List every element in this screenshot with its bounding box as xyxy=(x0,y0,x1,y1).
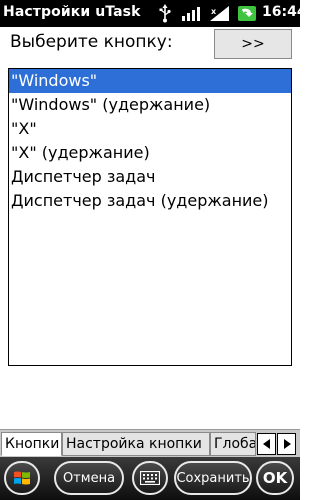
status-title: Настройки uTask xyxy=(3,4,141,20)
list-item[interactable]: "X" (удержание) xyxy=(9,141,291,165)
keyboard-icon xyxy=(140,471,160,485)
tab-scroll-left-button[interactable] xyxy=(257,433,276,455)
ok-button[interactable]: OK xyxy=(256,461,294,495)
battery-charging-icon xyxy=(238,6,256,21)
next-button[interactable]: >> xyxy=(214,29,292,59)
cancel-button[interactable]: Отмена xyxy=(54,461,124,495)
status-bar: Настройки uTask x 16:44 xyxy=(0,0,307,27)
cellular-signal-icon: x xyxy=(210,6,229,21)
list-item[interactable]: "Windows" xyxy=(9,69,291,93)
button-list[interactable]: "Windows" "Windows" (удержание) "X" "X" … xyxy=(8,68,292,366)
command-bar: Отмена Сохранить OK xyxy=(0,457,300,500)
tab-button-settings[interactable]: Настройка кнопки xyxy=(62,432,210,456)
windows-flag-icon xyxy=(14,471,30,485)
tab-global[interactable]: Глоба xyxy=(210,432,256,456)
tab-buttons[interactable]: Кнопки xyxy=(1,432,62,456)
list-item[interactable]: Диспетчер задач (удержание) xyxy=(9,189,291,213)
list-item[interactable]: "Windows" (удержание) xyxy=(9,93,291,117)
arrow-left-icon xyxy=(263,439,270,449)
keyboard-button[interactable] xyxy=(132,461,168,495)
signal-bars-icon xyxy=(182,7,200,21)
choose-button-prompt: Выберите кнопку: xyxy=(10,32,173,52)
save-button[interactable]: Сохранить xyxy=(174,461,252,495)
start-button[interactable] xyxy=(4,461,40,495)
status-time: 16:44 xyxy=(262,4,307,20)
list-item[interactable]: Диспетчер задач xyxy=(9,165,291,189)
svg-text:x: x xyxy=(211,7,217,16)
list-item[interactable]: "X" xyxy=(9,117,291,141)
tab-strip: Кнопки Настройка кнопки Глоба xyxy=(0,429,300,457)
usb-icon xyxy=(159,4,171,23)
tab-scroll-right-button[interactable] xyxy=(277,433,296,455)
arrow-right-icon xyxy=(284,439,291,449)
